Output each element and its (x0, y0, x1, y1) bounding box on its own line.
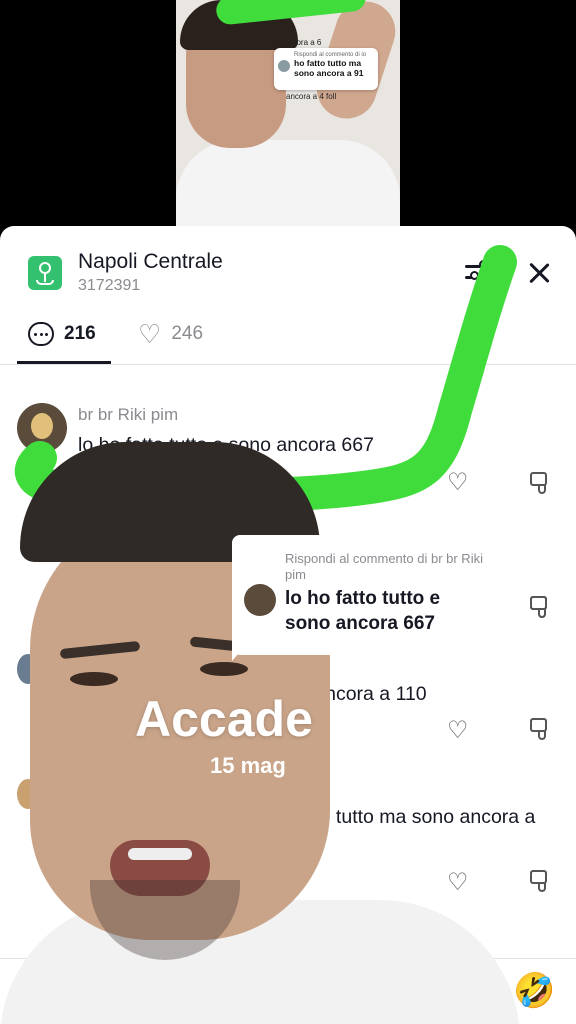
video-reply-text: ho fatto tutto ma sono ancora a 91 (294, 58, 364, 78)
tab-comments[interactable]: 216 (28, 320, 96, 348)
avatar (244, 584, 276, 616)
bubble-tail (232, 647, 244, 661)
reply-bubble: Rispondi al commento di br br Riki pim l… (232, 535, 492, 661)
avatar (278, 60, 290, 72)
video-reply-bubble: Rispondi al commento di io ho fatto tutt… (274, 48, 378, 90)
video-person-shirt (176, 140, 400, 226)
location-pin-icon (28, 256, 62, 290)
comment-username[interactable]: br br Riki pim (78, 405, 178, 425)
person-eye (70, 672, 118, 686)
comment-bubble-icon (28, 322, 54, 346)
reply-text: lo ho fatto tutto e sono ancora 667 (285, 588, 441, 634)
person-teeth (128, 848, 192, 860)
location-title[interactable]: Napoli Centrale (78, 250, 223, 274)
tab-likes[interactable]: ♡ 246 (138, 320, 203, 348)
person-eye (200, 662, 248, 676)
heart-icon: ♡ (138, 319, 162, 349)
video-snippet-text: ancora a 4 foll (286, 92, 337, 101)
caption-text: Accade (135, 691, 313, 747)
dislike-icon[interactable] (530, 596, 554, 618)
close-icon[interactable] (526, 260, 552, 286)
location-subtitle: 3172391 (78, 277, 141, 294)
filter-icon[interactable] (465, 259, 493, 285)
caption-date: 15 mag (210, 753, 286, 778)
reply-title: Rispondi al commento di br br Riki pim (285, 551, 483, 582)
video-snippet-text: ncora a 6 (288, 38, 322, 47)
background-video: ncora a 6 ancora a 4 foll Rispondi al co… (176, 0, 400, 226)
likes-count: 246 (171, 323, 204, 344)
divider (0, 364, 576, 365)
comments-count: 216 (64, 323, 96, 344)
